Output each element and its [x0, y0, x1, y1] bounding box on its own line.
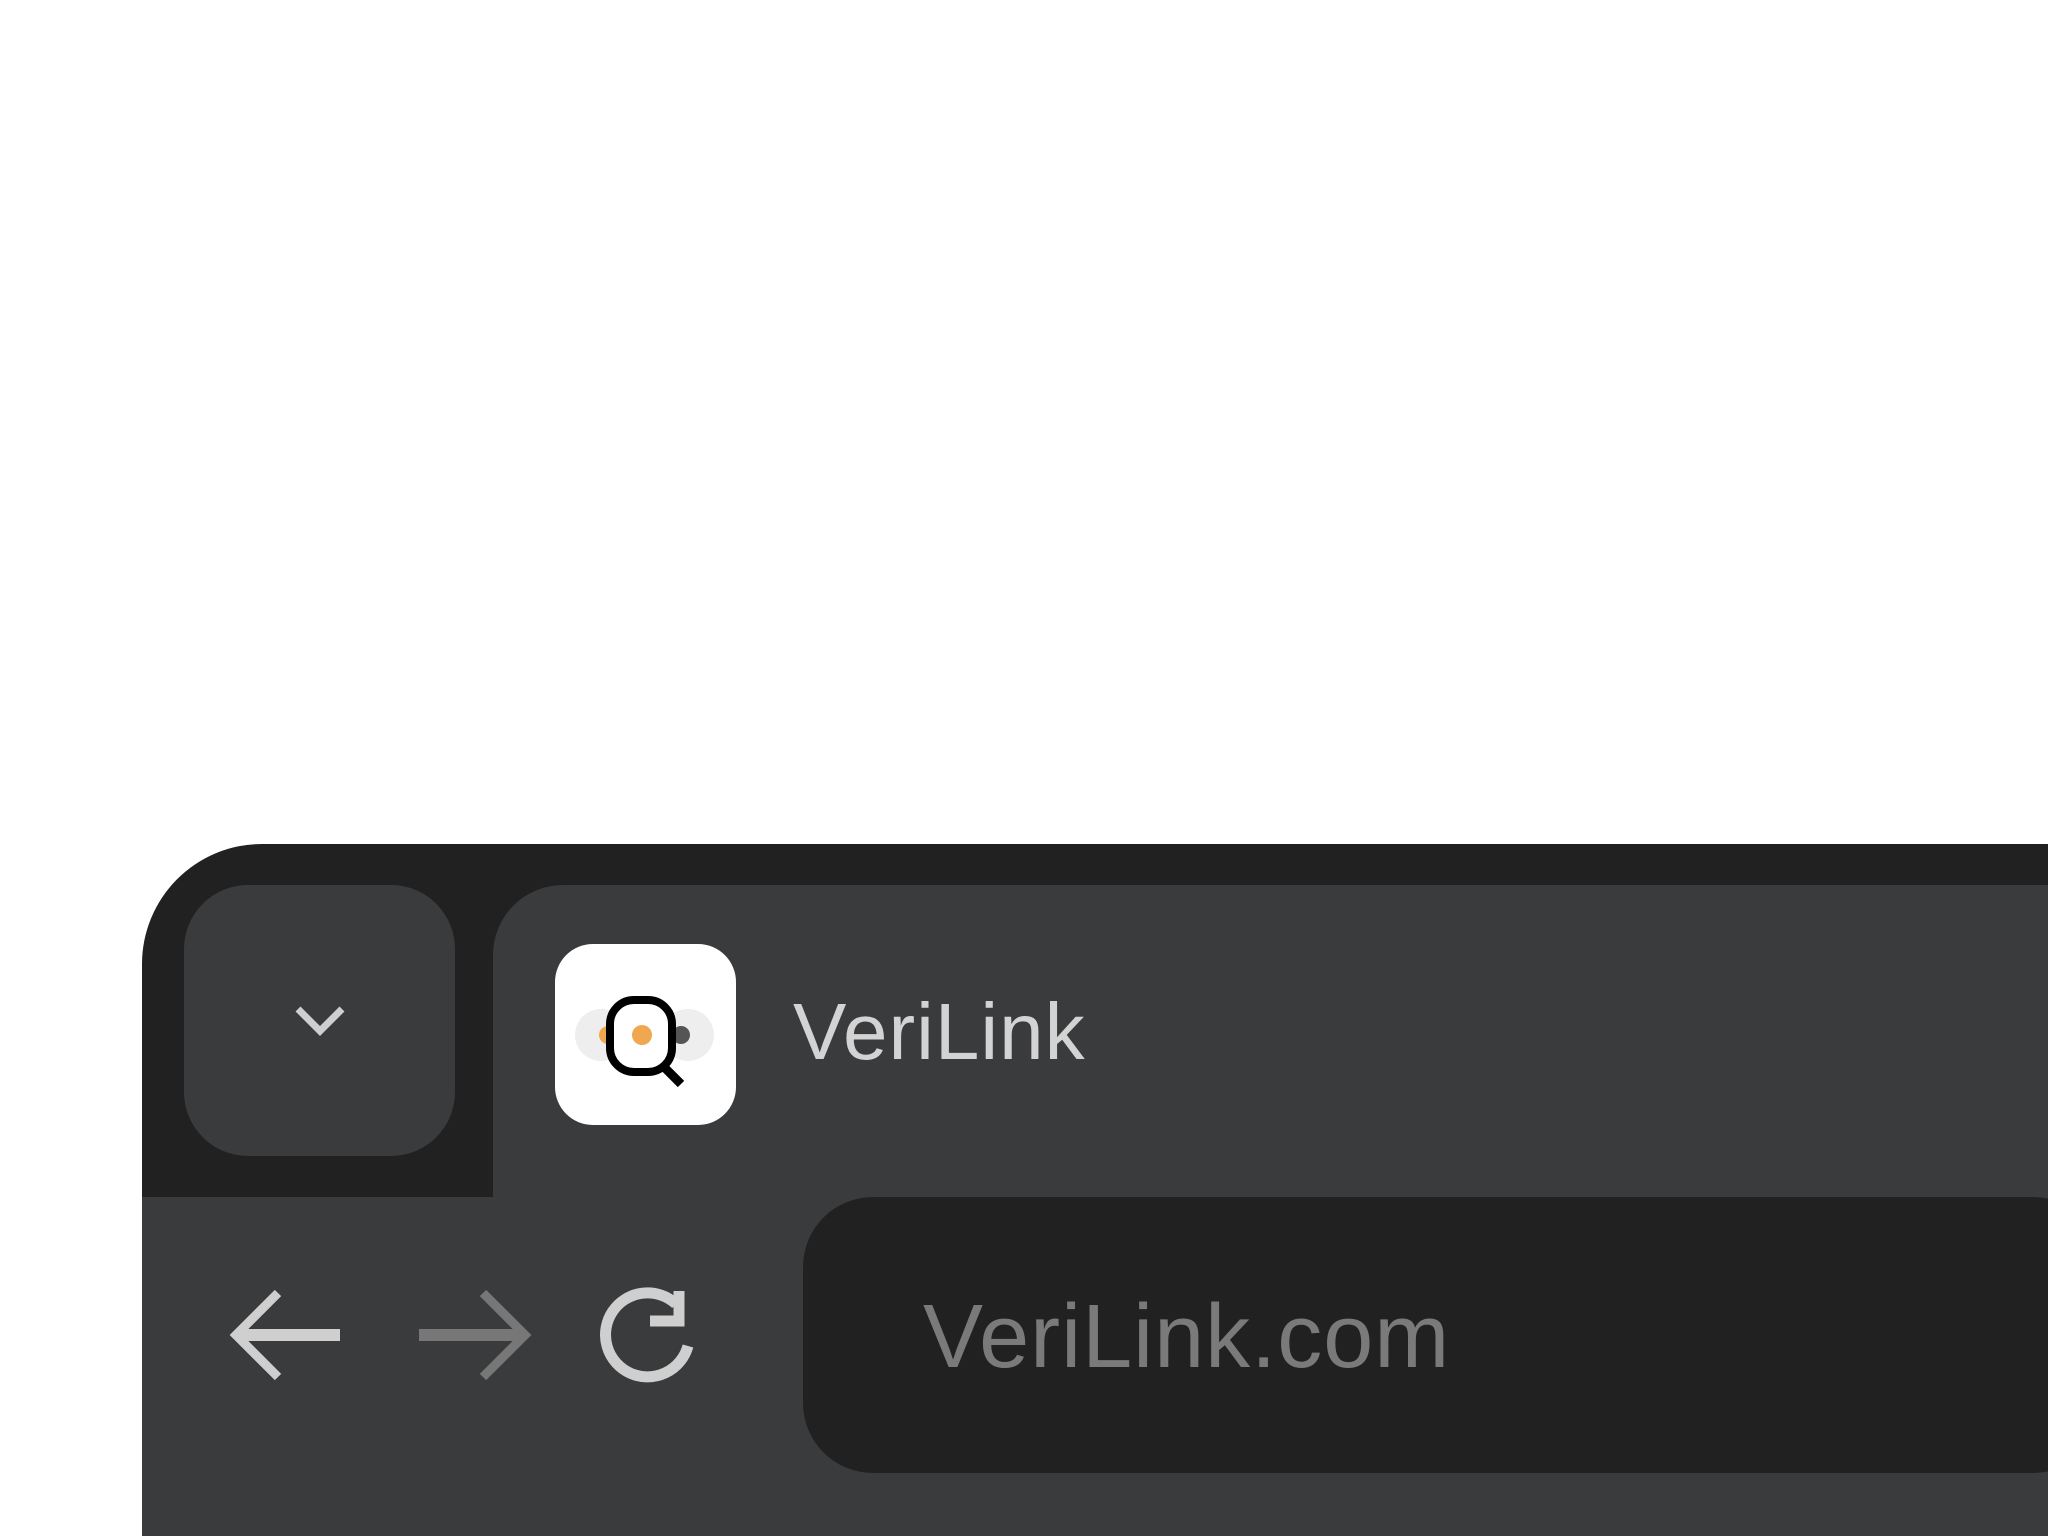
arrow-left-icon [229, 1289, 340, 1381]
tab-title: VeriLink [793, 987, 1086, 1076]
reload-icon [600, 1287, 694, 1383]
screen: VeriLink VeriLink.com [0, 0, 2048, 1536]
arrow-right-icon [419, 1289, 532, 1381]
tab-list-button[interactable] [184, 885, 455, 1156]
chevron-down-icon [295, 1006, 344, 1036]
back-button[interactable] [228, 1287, 348, 1387]
site-favicon [555, 944, 736, 1125]
forward-button [413, 1287, 533, 1387]
url-text[interactable]: VeriLink.com [923, 1282, 1450, 1392]
reload-button[interactable] [595, 1287, 715, 1387]
magnifier-eyes-icon [575, 996, 714, 1088]
